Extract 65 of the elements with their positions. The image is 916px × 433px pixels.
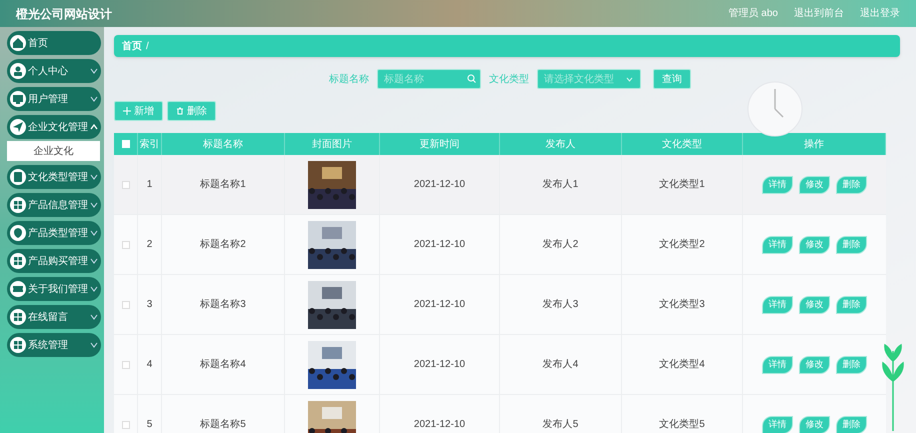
table-cell-text: 标题名称5	[200, 418, 246, 432]
sidebar-item[interactable]: 产品购买管理	[7, 249, 101, 273]
table-cell-text: 发布人3	[542, 298, 578, 312]
sidebar-item[interactable]: 产品类型管理	[7, 221, 101, 245]
header-link[interactable]: 退出登录	[860, 6, 900, 21]
breadcrumb-link[interactable]: 首页	[122, 38, 142, 54]
details-button[interactable]: 详情	[762, 416, 793, 433]
breadcrumb-separator: /	[146, 40, 149, 54]
sidebar-item[interactable]: 文化类型管理	[7, 165, 101, 189]
submenu-item[interactable]: 企业文化	[7, 141, 100, 161]
sidebar-item[interactable]: 关于我们管理	[7, 277, 101, 301]
table-cell-text: 发布人4	[542, 358, 578, 372]
edit-button[interactable]: 修改	[799, 236, 830, 254]
query-button[interactable]: 查询	[653, 69, 691, 89]
delete-button[interactable]: 删除	[836, 236, 867, 254]
edit-button[interactable]: 修改	[799, 416, 830, 433]
sidebar-item[interactable]: 首页	[7, 31, 101, 55]
table-cell-text: 发布人1	[542, 178, 578, 192]
select-field[interactable]: 请选择文化类型	[537, 69, 641, 89]
table-cell-text: 2021-12-10	[414, 418, 466, 432]
table-cell-text: 5	[146, 418, 152, 432]
table-cell-text: 文化类型3	[659, 298, 705, 312]
user-label: 管理员 abo	[728, 7, 778, 21]
delete-button[interactable]: 删除	[836, 416, 867, 433]
sidebar-item[interactable]: 系统管理	[7, 333, 101, 357]
delete-button[interactable]: 删除	[167, 101, 216, 121]
details-button[interactable]: 详情	[762, 296, 793, 314]
field-label: 文化类型	[489, 72, 529, 86]
details-button[interactable]: 详情	[762, 236, 793, 254]
sidebar-item[interactable]: 企业文化管理	[7, 115, 101, 139]
field-label: 标题名称	[329, 72, 369, 86]
table-cell-text: 发布人5	[542, 418, 578, 432]
details-button[interactable]: 详情	[762, 356, 793, 374]
add-button[interactable]: 新增	[114, 101, 163, 121]
table-cell-text: 2021-12-10	[414, 238, 466, 252]
table-cell-text: 2021-12-10	[414, 358, 466, 372]
table-cell-text: 2021-12-10	[414, 178, 466, 192]
table-cell-text: 文化类型2	[659, 238, 705, 252]
sidebar-item[interactable]: 个人中心	[7, 59, 101, 83]
header-link[interactable]: 退出到前台	[794, 6, 844, 21]
table-cell-text: 标题名称3	[200, 298, 246, 312]
sidebar-item[interactable]: 用户管理	[7, 87, 101, 111]
table-cell-text: 2	[146, 238, 152, 252]
table-cell-text: 3	[146, 298, 152, 312]
search-field[interactable]: 标题名称	[377, 69, 481, 89]
edit-button[interactable]: 修改	[799, 176, 830, 194]
table-cell-text: 文化类型1	[659, 178, 705, 192]
delete-button[interactable]: 删除	[836, 176, 867, 194]
edit-button[interactable]: 修改	[799, 356, 830, 374]
table-cell-text: 4	[146, 358, 152, 372]
sidebar-item[interactable]: 产品信息管理	[7, 193, 101, 217]
table-cell-text: 文化类型4	[659, 358, 705, 372]
edit-button[interactable]: 修改	[799, 296, 830, 314]
table-cell-text: 标题名称1	[200, 178, 246, 192]
delete-button[interactable]: 删除	[836, 296, 867, 314]
table-cell-text: 标题名称2	[200, 238, 246, 252]
delete-button[interactable]: 删除	[836, 356, 867, 374]
details-button[interactable]: 详情	[762, 176, 793, 194]
table-cell-text: 1	[146, 178, 152, 192]
table-cell-text: 标题名称4	[200, 358, 246, 372]
table-cell-text: 文化类型5	[659, 418, 705, 432]
table-cell-text: 发布人2	[542, 238, 578, 252]
sidebar-item[interactable]: 在线留言	[7, 305, 101, 329]
site-title: 橙光公司网站设计	[16, 6, 112, 22]
table-cell-text: 2021-12-10	[414, 298, 466, 312]
